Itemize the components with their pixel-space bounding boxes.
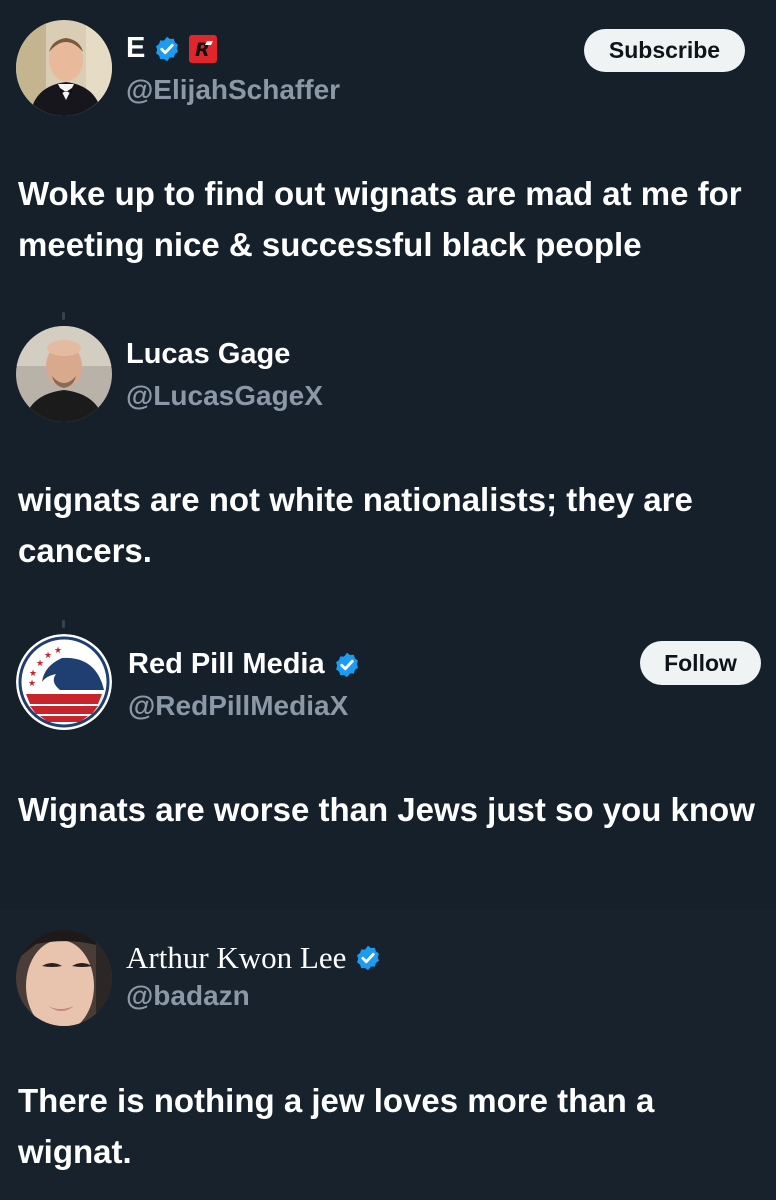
post-lucas: Lucas Gage @LucasGageX wignats are not w… (0, 320, 776, 610)
author-name-text: Red Pill Media (128, 648, 325, 680)
avatar[interactable] (16, 20, 112, 116)
author-name[interactable]: E R (126, 32, 218, 65)
thread-connector (62, 312, 65, 320)
author-name-text: Lucas Gage (126, 338, 291, 370)
avatar[interactable]: ★ ★ ★ ★ ★ (16, 634, 112, 730)
verified-badge-icon (335, 652, 358, 677)
follow-button[interactable]: Follow (640, 641, 761, 685)
r-logo-icon: R (189, 34, 218, 63)
svg-text:★: ★ (36, 659, 44, 669)
avatar[interactable] (16, 930, 112, 1026)
avatar[interactable] (16, 326, 112, 422)
post-elijah: E R @ElijahSchaffer Subscribe Woke up to… (0, 0, 776, 300)
author-name[interactable]: Lucas Gage (126, 338, 290, 371)
svg-text:★: ★ (54, 646, 62, 656)
author-name[interactable]: Arthur Kwon Lee (126, 940, 382, 976)
verified-badge-icon (156, 36, 179, 61)
author-handle[interactable]: @badazn (126, 980, 250, 1012)
post-text: There is nothing a jew loves more than a… (18, 1082, 655, 1170)
author-handle[interactable]: @RedPillMediaX (128, 690, 348, 722)
author-name-text: Arthur Kwon Lee (126, 940, 347, 975)
svg-text:★: ★ (28, 679, 36, 689)
verified-badge-icon (357, 945, 380, 971)
author-name-text: E (126, 32, 146, 64)
post-arthur: Arthur Kwon Lee @badazn There is nothing… (0, 910, 776, 1200)
post-text: Woke up to find out wignats are mad at m… (18, 175, 742, 263)
post-text: wignats are not white nationalists; they… (18, 481, 693, 569)
post-redpill: ★ ★ ★ ★ ★ Red Pill Media @RedPillMediaX Fol… (0, 626, 776, 906)
svg-text:★: ★ (29, 669, 37, 679)
subscribe-button[interactable]: Subscribe (584, 29, 745, 72)
svg-text:★: ★ (44, 651, 52, 661)
author-handle[interactable]: @LucasGageX (126, 380, 323, 412)
author-name[interactable]: Red Pill Media (128, 648, 361, 681)
author-handle[interactable]: @ElijahSchaffer (126, 74, 340, 106)
post-text: Wignats are worse than Jews just so you … (18, 791, 755, 828)
